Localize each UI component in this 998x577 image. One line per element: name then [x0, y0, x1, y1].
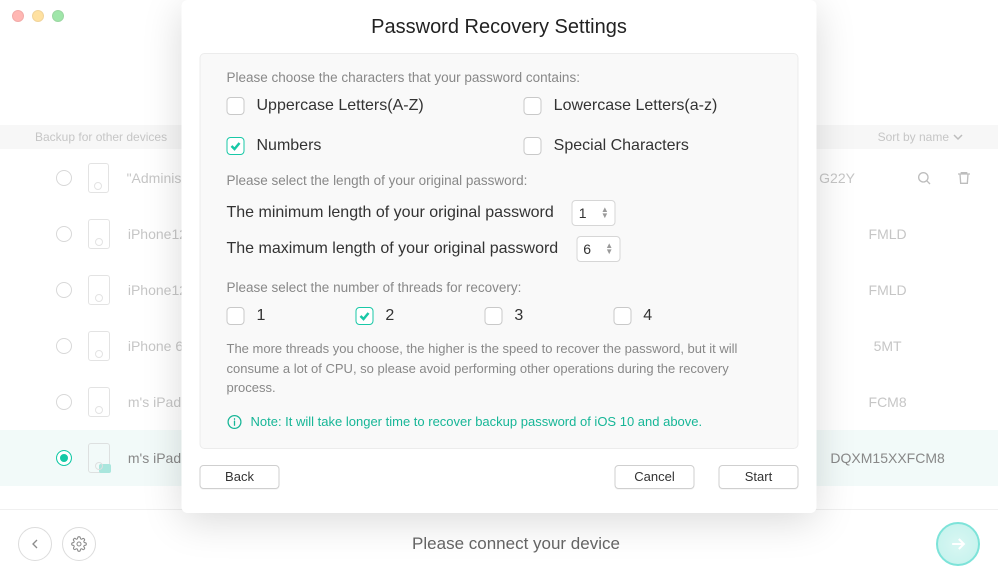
thread-option-4[interactable]: 4 [613, 307, 652, 325]
checkbox-icon [524, 97, 542, 115]
row-code: FCM8 [803, 394, 972, 410]
next-button[interactable] [936, 522, 980, 566]
stepper-arrows-icon: ▲▼ [605, 243, 613, 255]
gear-icon [71, 536, 87, 552]
ios10-note: Note: It will take longer time to recove… [227, 414, 772, 430]
radio-icon[interactable] [56, 226, 72, 242]
settings-button[interactable] [62, 527, 96, 561]
threads-hint: The more threads you choose, the higher … [227, 339, 772, 398]
info-icon [227, 414, 243, 430]
minimize-window-icon[interactable] [32, 10, 44, 22]
max-length-value: 6 [583, 241, 591, 257]
maximize-window-icon[interactable] [52, 10, 64, 22]
radio-icon[interactable] [56, 170, 72, 186]
start-button[interactable]: Start [719, 465, 799, 489]
back-nav-button[interactable] [18, 527, 52, 561]
uppercase-checkbox[interactable]: Uppercase Letters(A-Z) [227, 97, 424, 115]
thread-option-3[interactable]: 3 [484, 307, 523, 325]
max-length-label: The maximum length of your original pass… [227, 240, 559, 258]
radio-icon[interactable] [56, 338, 72, 354]
thread-label: 4 [643, 307, 652, 325]
chevron-down-icon [953, 132, 963, 142]
device-icon [88, 387, 110, 417]
threads-section-label: Please select the number of threads for … [227, 280, 772, 295]
special-label: Special Characters [554, 137, 689, 155]
checkbox-icon [355, 307, 373, 325]
device-icon [88, 163, 109, 193]
checkbox-icon [227, 137, 245, 155]
arrow-right-icon [948, 534, 968, 554]
backup-other-devices-label: Backup for other devices [35, 130, 167, 144]
lowercase-label: Lowercase Letters(a-z) [554, 97, 718, 115]
checkbox-icon [613, 307, 631, 325]
checkbox-icon [524, 137, 542, 155]
thread-label: 2 [385, 307, 394, 325]
lowercase-checkbox[interactable]: Lowercase Letters(a-z) [524, 97, 718, 115]
modal-title: Password Recovery Settings [182, 0, 817, 53]
note-text: Note: It will take longer time to recove… [251, 414, 703, 429]
numbers-label: Numbers [257, 137, 322, 155]
device-icon [88, 219, 110, 249]
chars-section-label: Please choose the characters that your p… [227, 70, 772, 85]
uppercase-label: Uppercase Letters(A-Z) [257, 97, 424, 115]
length-section-label: Please select the length of your origina… [227, 173, 772, 188]
connect-device-message: Please connect your device [412, 534, 620, 554]
min-length-stepper[interactable]: 1 ▲▼ [572, 200, 616, 226]
min-length-label: The minimum length of your original pass… [227, 204, 554, 222]
radio-icon[interactable] [56, 450, 72, 466]
trash-icon[interactable] [956, 170, 972, 186]
max-length-stepper[interactable]: 6 ▲▼ [576, 236, 620, 262]
sort-label: Sort by name [878, 130, 949, 144]
back-button[interactable]: Back [200, 465, 280, 489]
checkbox-icon [484, 307, 502, 325]
device-icon [88, 331, 110, 361]
search-icon[interactable] [916, 170, 932, 186]
row-code: FMLD [803, 282, 972, 298]
arrow-left-icon [27, 536, 43, 552]
thread-option-1[interactable]: 1 [227, 307, 266, 325]
numbers-checkbox[interactable]: Numbers [227, 137, 424, 155]
device-icon [88, 443, 110, 473]
close-window-icon[interactable] [12, 10, 24, 22]
thread-label: 3 [514, 307, 523, 325]
special-checkbox[interactable]: Special Characters [524, 137, 718, 155]
row-code: 5MT [803, 338, 972, 354]
row-code: FMLD [803, 226, 972, 242]
thread-option-2[interactable]: 2 [355, 307, 394, 325]
device-icon [88, 275, 110, 305]
radio-icon[interactable] [56, 394, 72, 410]
sort-dropdown[interactable]: Sort by name [878, 130, 963, 144]
stepper-arrows-icon: ▲▼ [601, 207, 609, 219]
checkbox-icon [227, 307, 245, 325]
cancel-button[interactable]: Cancel [615, 465, 695, 489]
radio-icon[interactable] [56, 282, 72, 298]
checkbox-icon [227, 97, 245, 115]
min-length-value: 1 [579, 205, 587, 221]
thread-label: 1 [257, 307, 266, 325]
window-controls[interactable] [12, 10, 64, 22]
row-code: DQXM15XXFCM8 [803, 450, 972, 466]
password-recovery-modal: Password Recovery Settings Please choose… [182, 0, 817, 513]
